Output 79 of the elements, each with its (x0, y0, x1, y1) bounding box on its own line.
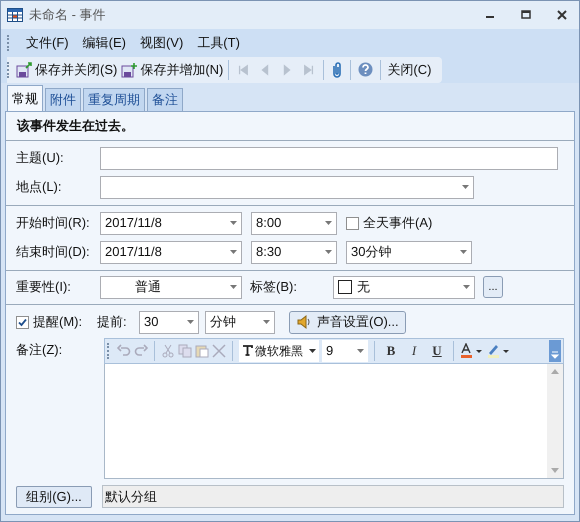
scroll-down-icon[interactable] (551, 468, 559, 473)
highlighter-icon[interactable] (487, 342, 511, 358)
caret-icon (187, 320, 194, 324)
save-icon (16, 62, 32, 78)
tag-dropdown[interactable]: 无 (333, 276, 475, 298)
checkbox-label: 提醒(M): (33, 313, 82, 332)
maximize-icon[interactable] (521, 10, 531, 20)
unit-dropdown[interactable]: 分钟 (205, 310, 275, 334)
menu-item[interactable]: 编辑(E) (80, 32, 128, 52)
redo-icon[interactable] (134, 344, 148, 358)
more-button[interactable]: ... (483, 276, 503, 298)
format-button[interactable]: B (381, 340, 401, 360)
notice-text: 该事件发生在过去。 (6, 112, 574, 140)
window-title: 未命名 - 事件 (29, 6, 107, 24)
field-label: 提前: (97, 313, 128, 332)
close-icon[interactable] (557, 10, 567, 20)
tab[interactable]: 重复周期 (83, 88, 145, 111)
toolbar-button[interactable]: 保存并增加(N) (119, 60, 226, 80)
field-label: 地点(L): (16, 178, 62, 196)
caret-icon (463, 285, 470, 289)
caret-icon (325, 221, 332, 225)
tab[interactable]: 常规 (7, 85, 43, 111)
copy-icon[interactable] (178, 344, 192, 358)
checkbox-label: 全天事件(A) (363, 214, 432, 232)
field-label: 标签(B): (250, 278, 298, 296)
font-icon (242, 345, 253, 356)
undo-icon[interactable] (117, 344, 131, 358)
menu-item[interactable]: 工具(T) (195, 32, 242, 52)
tab[interactable]: 备注 (147, 88, 183, 111)
dropdown[interactable] (100, 176, 474, 198)
scroll-up-icon[interactable] (551, 368, 559, 374)
format-button[interactable]: U (427, 340, 447, 360)
paste-icon[interactable] (195, 344, 209, 358)
tab[interactable]: 附件 (45, 88, 81, 111)
speaker-icon (296, 314, 312, 330)
paperclip-icon[interactable] (331, 60, 344, 78)
field-label: 备注(Z): (16, 340, 64, 359)
font-color-icon[interactable] (460, 342, 484, 358)
group-button[interactable]: 组别(G)... (16, 486, 92, 508)
font-size-dropdown[interactable]: 9 (322, 340, 368, 362)
caret-icon (230, 221, 237, 225)
caret-icon (263, 320, 270, 324)
caret-icon (309, 348, 316, 352)
field-label: 重要性(I): (16, 278, 72, 296)
font-dropdown[interactable]: 微软雅黑 (239, 340, 319, 362)
format-button[interactable]: I (404, 340, 424, 360)
menu-item[interactable]: 文件(F) (24, 32, 71, 52)
date-field[interactable]: 2017/11/8 (100, 240, 242, 264)
scissors-icon[interactable] (161, 344, 175, 358)
time-field[interactable]: 8:30 (251, 240, 337, 264)
caret-icon (325, 250, 332, 254)
dropdown[interactable]: 普通 (100, 276, 242, 298)
calendar-icon (7, 8, 23, 22)
overflow-icon[interactable] (549, 340, 561, 362)
close-button[interactable]: 关闭(C) (384, 60, 434, 80)
time-field[interactable]: 8:00 (251, 212, 337, 234)
group-field: 默认分组 (102, 485, 564, 508)
save-icon (121, 62, 138, 78)
toolbar-button[interactable]: 保存并关闭(S) (14, 60, 120, 80)
field-label: 结束时间(D): (16, 243, 91, 262)
checkbox[interactable] (346, 216, 359, 230)
tag-swatch-icon (338, 280, 352, 294)
duration-dropdown[interactable]: 30分钟 (346, 240, 472, 264)
caret-icon (462, 185, 469, 189)
caret-icon (460, 250, 467, 254)
sound-settings-button[interactable]: 声音设置(O)... (289, 310, 406, 334)
scrollbar[interactable] (547, 364, 563, 478)
date-field[interactable]: 2017/11/8 (100, 212, 242, 234)
input-field[interactable] (100, 146, 558, 170)
caret-icon (230, 250, 237, 254)
amount-dropdown[interactable]: 30 (139, 310, 199, 334)
caret-icon (230, 285, 237, 289)
checkbox[interactable] (16, 316, 29, 328)
field-label: 开始时间(R): (16, 214, 91, 232)
menu-item[interactable]: 视图(V) (138, 32, 186, 52)
delete-icon[interactable] (212, 344, 226, 358)
help-icon[interactable] (358, 62, 374, 77)
caret-icon (357, 348, 364, 352)
field-label: 主题(U): (16, 149, 65, 168)
